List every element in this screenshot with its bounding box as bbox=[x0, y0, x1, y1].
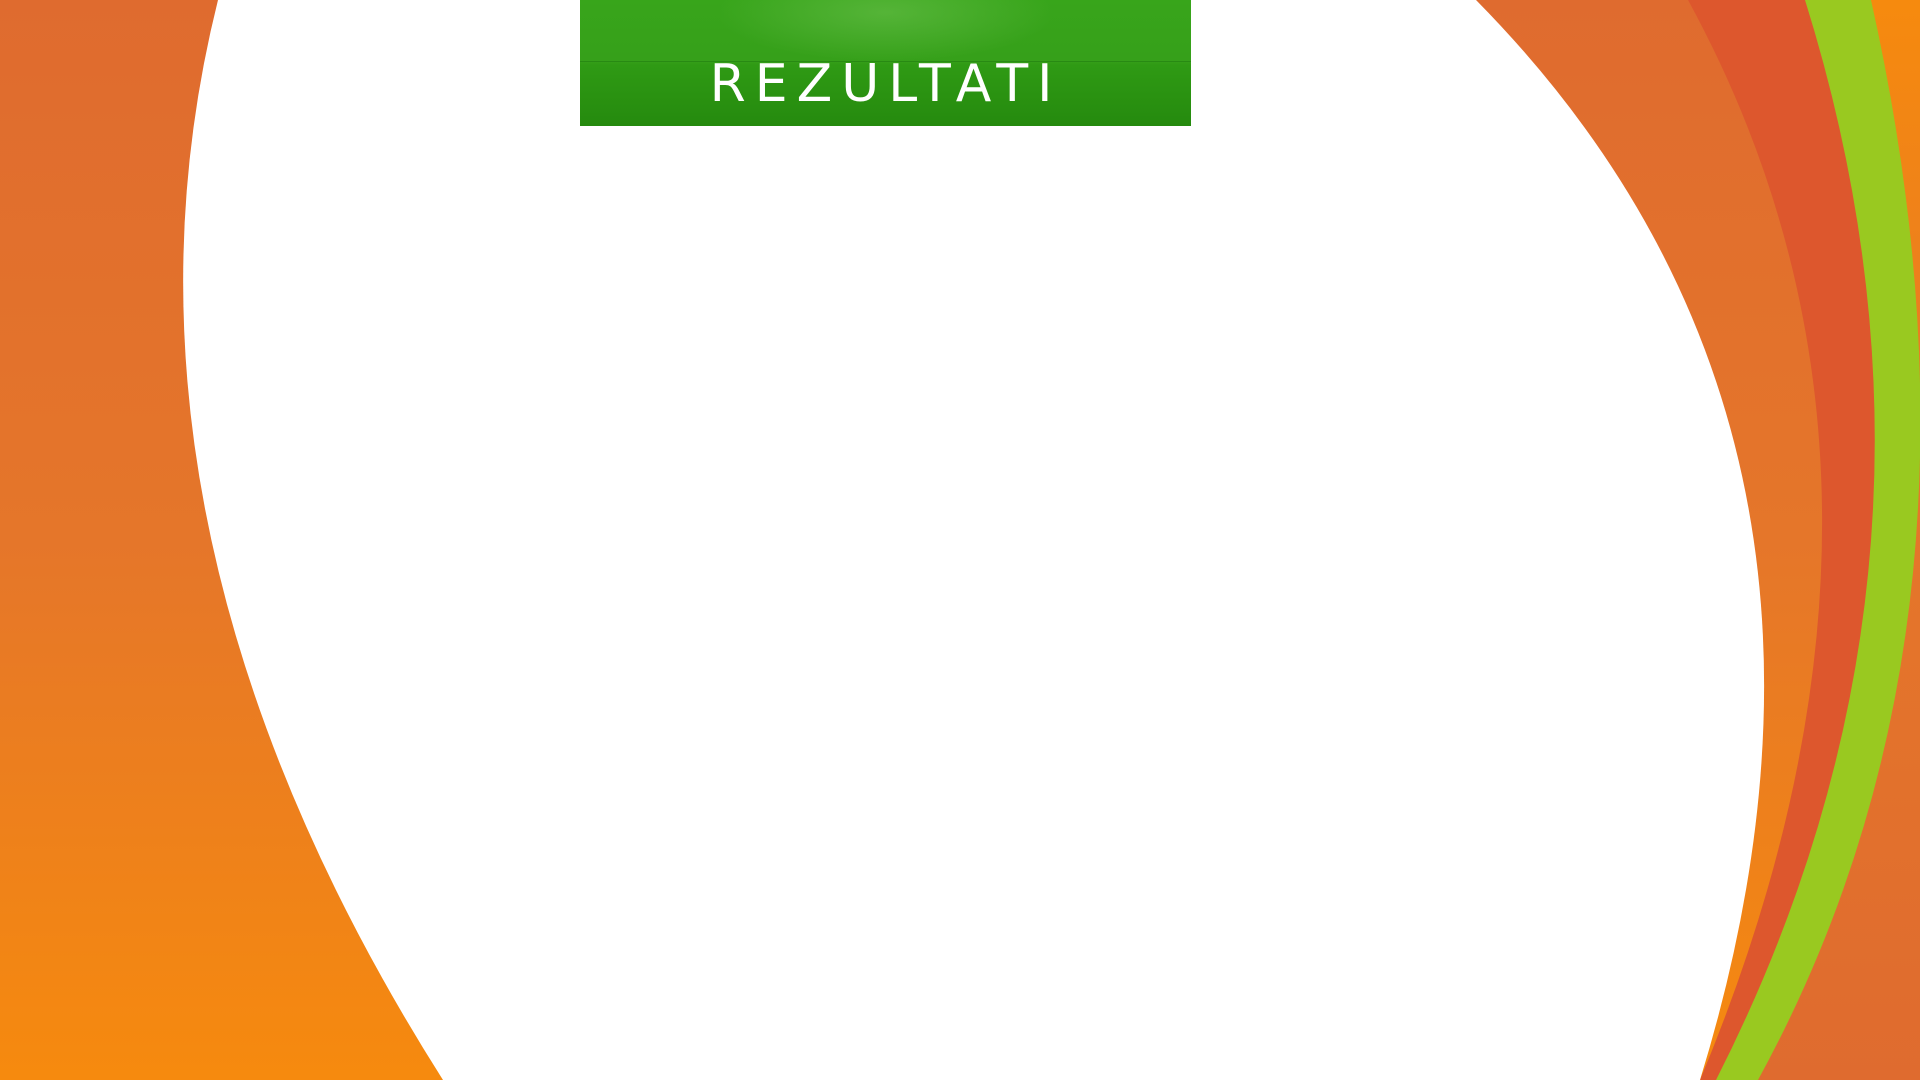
slide-title: REZULTATI bbox=[709, 54, 1062, 114]
title-banner: REZULTATI bbox=[580, 0, 1191, 126]
content-area bbox=[183, 0, 1765, 1080]
title-banner-highlight bbox=[580, 0, 1191, 62]
slide-canvas: REZULTATI bbox=[0, 0, 1920, 1080]
decorative-arc-background bbox=[0, 0, 1920, 1080]
